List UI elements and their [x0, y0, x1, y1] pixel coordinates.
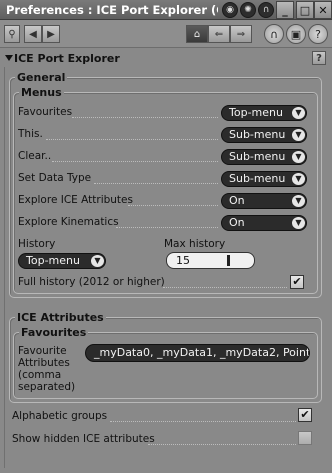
favourites-dropdown[interactable]: Top-menu ▼: [221, 105, 307, 121]
history-dropdown[interactable]: Top-menu ▼: [18, 253, 106, 269]
section-header[interactable]: ICE Port Explorer ?: [4, 51, 328, 67]
arrow-right-icon[interactable]: ⇒: [230, 25, 252, 43]
chevron-down-icon: ▼: [292, 151, 305, 163]
recycle-icon[interactable]: ∩: [264, 24, 284, 44]
alphabetic-groups-label: Alphabetic groups: [12, 410, 108, 422]
app-logo-icon: ◉: [222, 2, 238, 18]
explore-ice-dropdown[interactable]: On ▼: [221, 193, 307, 209]
set-data-type-label: Set Data Type: [18, 172, 92, 184]
lock-page-icon[interactable]: ▣: [286, 24, 306, 44]
show-hidden-label: Show hidden ICE attributes: [12, 433, 155, 445]
settings-wheel-icon[interactable]: ✺: [240, 2, 256, 18]
chevron-down-icon: ▼: [292, 195, 305, 207]
explore-kinematics-dropdown[interactable]: On ▼: [221, 215, 307, 231]
row-leader: [116, 227, 218, 228]
title-bar: Preferences : ICE Port Explorer (Ge... ◉…: [0, 0, 332, 20]
alphabetic-groups-checkbox[interactable]: ✔: [298, 408, 312, 422]
minimize-button[interactable]: _: [276, 1, 294, 19]
row-leader: [110, 421, 296, 422]
section-help-button[interactable]: ?: [312, 51, 326, 65]
search-icon[interactable]: ⚲: [4, 25, 20, 43]
row-leader: [52, 161, 218, 162]
slider-handle[interactable]: [227, 255, 230, 266]
clear-value: Sub-menu: [229, 150, 286, 163]
menus-group-label: Menus: [19, 86, 64, 99]
explore-kinematics-value: On: [229, 216, 245, 229]
chevron-down-icon: ▼: [292, 217, 305, 229]
chevron-down-icon: ▼: [292, 107, 305, 119]
row-leader: [128, 205, 218, 206]
row-leader: [94, 183, 218, 184]
window-title: Preferences : ICE Port Explorer (Ge...: [6, 3, 218, 17]
max-history-input[interactable]: 15: [166, 252, 255, 269]
this-dropdown[interactable]: Sub-menu ▼: [221, 127, 307, 143]
this-label: This.: [18, 128, 43, 140]
favourites-label: Favourites: [18, 106, 73, 118]
row-leader: [148, 444, 296, 445]
row-leader: [46, 139, 218, 140]
explore-ice-value: On: [229, 194, 245, 207]
section-title: ICE Port Explorer: [14, 52, 120, 65]
lock-icon[interactable]: ∩: [258, 2, 274, 18]
clear-dropdown[interactable]: Sub-menu ▼: [221, 149, 307, 165]
chevron-down-icon: ▼: [91, 255, 104, 267]
home-icon[interactable]: ⌂: [186, 25, 208, 43]
max-history-label: Max history: [164, 238, 226, 250]
explore-kinematics-label: Explore Kinematics: [18, 216, 119, 228]
arrow-left-icon[interactable]: ⇐: [208, 25, 230, 43]
nav-forward-button[interactable]: ▶: [42, 25, 60, 43]
ice-favourites-label: Favourites: [19, 326, 89, 339]
help-icon[interactable]: ?: [308, 24, 328, 44]
clear-label: Clear..: [18, 150, 52, 162]
nav-back-button[interactable]: ◀: [24, 25, 42, 43]
general-group-label: General: [15, 71, 68, 84]
history-label: History: [18, 238, 56, 250]
chevron-down-icon: ▼: [292, 173, 305, 185]
this-value: Sub-menu: [229, 128, 286, 141]
full-history-label: Full history (2012 or higher): [18, 276, 165, 288]
favourites-value: Top-menu: [229, 106, 283, 119]
row-leader: [72, 117, 218, 118]
show-hidden-checkbox[interactable]: [298, 431, 312, 445]
explore-ice-label: Explore ICE Attributes: [18, 194, 133, 206]
set-data-type-value: Sub-menu: [229, 172, 286, 185]
set-data-type-dropdown[interactable]: Sub-menu ▼: [221, 171, 307, 187]
maximize-button[interactable]: □: [296, 1, 314, 19]
chevron-down-icon: ▼: [292, 129, 305, 141]
collapse-arrow-icon[interactable]: [5, 55, 13, 61]
toolbar: ⚲ ◀ ▶ ⌂ ⇐ ⇒ ∩ ▣ ?: [0, 20, 332, 48]
history-value: Top-menu: [26, 254, 80, 267]
max-history-value: 15: [176, 254, 190, 267]
full-history-checkbox[interactable]: ✔: [290, 275, 304, 289]
favourite-attributes-label: Favourite Attributes (comma separated): [18, 345, 76, 393]
close-button[interactable]: ✕: [314, 1, 332, 19]
favourite-attributes-input[interactable]: _myData0, _myData1, _myData2, PointP: [85, 344, 310, 362]
ice-attributes-label: ICE Attributes: [15, 311, 106, 324]
row-leader: [163, 287, 287, 288]
